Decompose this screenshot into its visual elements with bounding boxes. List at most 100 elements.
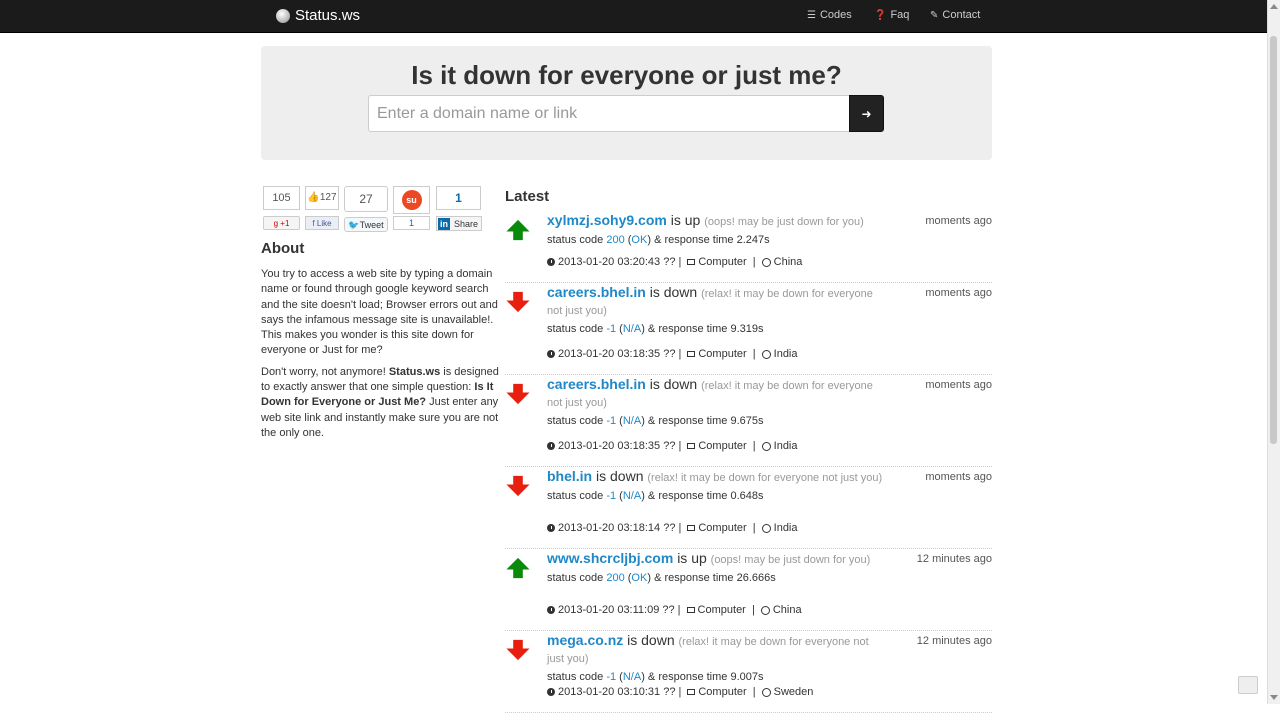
status-item-meta: 2013-01-20 03:18:35 ?? | Computer | India: [547, 348, 798, 360]
linkedin-share-label: Share: [454, 218, 479, 229]
status-item-title: mega.co.nz is down (relax! it may be dow…: [547, 631, 887, 667]
scroll-down-arrow-icon[interactable]: [1270, 695, 1278, 700]
status-code-prefix: status code: [547, 490, 604, 502]
down-arrow-icon: [506, 639, 530, 661]
domain-link[interactable]: www.shcrcljbj.com: [547, 550, 673, 566]
about-brand: Status.ws: [388, 365, 441, 378]
response-time-value: 26.666s: [736, 572, 776, 584]
tweet-count: 27: [344, 186, 388, 212]
response-time-value: 9.675s: [730, 415, 764, 427]
domain-link[interactable]: careers.bhel.in: [547, 284, 646, 300]
status-code-prefix: status code: [547, 323, 604, 335]
verdict-note: (relax! it may be down for everyone not …: [647, 472, 883, 484]
up-arrow-icon: [506, 557, 530, 579]
verdict-text: is down: [627, 632, 675, 648]
status-code-label[interactable]: N/A: [623, 490, 641, 502]
domain-link[interactable]: xylmzj.sohy9.com: [547, 212, 667, 228]
scroll-up-arrow-icon[interactable]: [1270, 4, 1278, 9]
linkedin-share-button[interactable]: in Share: [436, 216, 482, 231]
status-list-item: careers.bhel.in is down (relax! it may b…: [505, 283, 992, 375]
clock-icon: [547, 350, 555, 358]
gplus-button[interactable]: g +1: [263, 216, 300, 230]
stumbleupon-widget[interactable]: su 1: [393, 186, 430, 230]
facebook-like-widget[interactable]: 👍127 f Like: [305, 186, 339, 230]
nav-contact-link[interactable]: ✎ Contact: [930, 9, 980, 21]
device-type: Computer: [698, 440, 747, 452]
down-arrow-icon: [506, 291, 530, 313]
timestamp: 2013-01-20 03:18:35 ??: [558, 440, 676, 452]
globe-icon: [761, 349, 771, 359]
status-code-label[interactable]: N/A: [623, 323, 641, 335]
response-time-prefix: & response time: [654, 572, 734, 584]
tweet-button[interactable]: 🐦Tweet: [344, 217, 388, 232]
brand-link[interactable]: Status.ws: [276, 7, 360, 24]
status-code-label[interactable]: OK: [631, 234, 647, 246]
computer-icon: [687, 689, 696, 695]
status-code-link[interactable]: -1: [606, 490, 616, 502]
stumbleupon-count: 1: [393, 216, 430, 230]
scroll-thumb[interactable]: [1270, 36, 1277, 444]
response-time-value: 0.648s: [730, 490, 764, 502]
verdict-text: is down: [596, 468, 644, 484]
up-arrow-icon: [506, 219, 530, 241]
status-code-link[interactable]: -1: [606, 671, 616, 683]
stumbleupon-button[interactable]: su: [393, 186, 430, 214]
google-plus-widget[interactable]: 105 g +1: [263, 186, 300, 230]
linkedin-widget[interactable]: 1 in Share: [436, 186, 482, 231]
response-time-prefix: & response time: [647, 323, 728, 335]
clock-icon: [547, 688, 555, 696]
status-code-prefix: status code: [547, 415, 604, 427]
verdict-note: (oops! may be just down for you): [704, 216, 864, 228]
device-type: Computer: [698, 686, 747, 698]
search-submit-button[interactable]: ➜: [849, 95, 884, 132]
country: India: [773, 348, 798, 360]
status-item-meta: 2013-01-20 03:18:14 ?? | Computer | India: [547, 522, 798, 534]
page-title: Is it down for everyone or just me?: [411, 60, 842, 90]
status-line: status code -1 (N/A) & response time 9.0…: [547, 671, 764, 683]
nav-faq-link[interactable]: ❓ Faq: [874, 9, 909, 21]
latest-heading: Latest: [505, 188, 550, 205]
about-text: Don't worry, not anymore!: [261, 365, 389, 378]
status-code-link[interactable]: -1: [606, 323, 616, 335]
globe-icon: [760, 605, 770, 615]
status-item-meta: 2013-01-20 03:20:43 ?? | Computer | China: [547, 256, 802, 268]
facebook-icon: f: [312, 219, 315, 228]
status-item-body: www.shcrcljbj.com is up (oops! may be ju…: [547, 549, 887, 585]
nav-codes-link[interactable]: ☰ Codes: [807, 9, 852, 21]
country: India: [773, 440, 798, 452]
status-code-link[interactable]: -1: [606, 415, 616, 427]
list-icon: ☰: [807, 9, 816, 21]
fb-like-button[interactable]: f Like: [305, 216, 339, 230]
status-line: status code -1 (N/A) & response time 9.6…: [547, 415, 764, 427]
nav-contact-label: Contact: [942, 9, 981, 21]
page-scrollbar[interactable]: [1267, 0, 1280, 704]
status-item-body: bhel.in is down (relax! it may be down f…: [547, 467, 887, 503]
status-code-label[interactable]: N/A: [623, 671, 641, 683]
about-paragraph-2: Don't worry, not anymore! Status.ws is d…: [261, 365, 505, 441]
domain-link[interactable]: careers.bhel.in: [547, 376, 646, 392]
brand-name: Status.ws: [295, 7, 361, 24]
country: India: [773, 522, 798, 534]
share-widget-icon[interactable]: [1238, 676, 1258, 694]
globe-logo-icon: [276, 8, 290, 23]
down-arrow-icon: [506, 383, 530, 405]
verdict-text: is down: [649, 284, 698, 300]
status-code-label[interactable]: OK: [631, 572, 647, 584]
status-code-link[interactable]: 200: [606, 234, 624, 246]
question-icon: ❓: [874, 9, 887, 21]
twitter-bird-icon: 🐦: [348, 220, 360, 230]
domain-link[interactable]: mega.co.nz: [547, 632, 623, 648]
thumbs-up-icon: 👍: [307, 192, 320, 203]
top-navbar: Status.ws ☰ Codes ❓ Faq ✎ Contact: [0, 0, 1268, 33]
status-code-label[interactable]: N/A: [623, 415, 641, 427]
domain-link[interactable]: bhel.in: [547, 468, 592, 484]
status-code-link[interactable]: 200: [606, 572, 624, 584]
time-ago: 12 minutes ago: [916, 635, 992, 647]
status-list-item: mega.co.nz is down (relax! it may be dow…: [505, 631, 992, 713]
domain-search-input[interactable]: [368, 95, 850, 132]
computer-icon: [687, 443, 696, 449]
edit-icon: ✎: [930, 9, 939, 21]
twitter-widget[interactable]: 27 🐦Tweet: [344, 186, 388, 232]
response-time-value: 9.319s: [730, 323, 764, 335]
computer-icon: [687, 259, 696, 265]
